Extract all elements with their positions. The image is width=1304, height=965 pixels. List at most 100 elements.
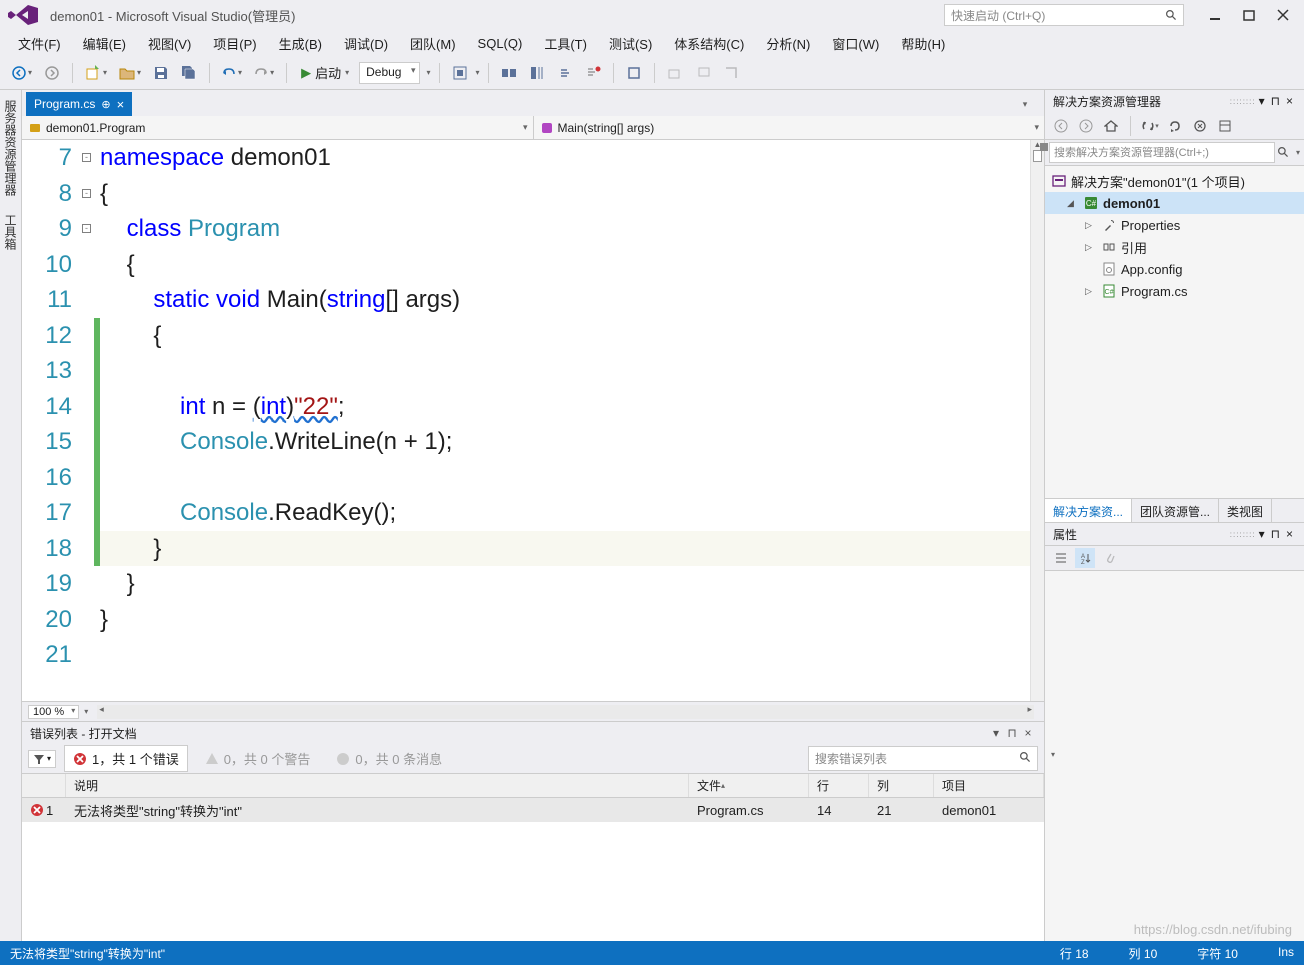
- pin-icon[interactable]: ⊕: [101, 98, 110, 111]
- code-area[interactable]: namespace demon01{ class Program { stati…: [100, 140, 1044, 701]
- solution-search[interactable]: ▾: [1045, 140, 1304, 166]
- tb-icon-4[interactable]: [553, 61, 577, 85]
- info-icon: [336, 752, 350, 766]
- vertical-scrollbar[interactable]: ▲: [1030, 140, 1044, 701]
- expand-icon[interactable]: ▷: [1085, 220, 1097, 231]
- messages-tab[interactable]: 0，共 0 条消息: [327, 745, 451, 772]
- panel-close-icon[interactable]: ×: [1286, 94, 1293, 108]
- tb-icon-2[interactable]: [497, 61, 521, 85]
- fold-gutter[interactable]: ---: [82, 140, 94, 701]
- tree-references[interactable]: ▷ 引用: [1045, 236, 1304, 258]
- menu-arch[interactable]: 体系结构(C): [664, 30, 754, 57]
- new-project-button[interactable]: ▾: [81, 61, 111, 85]
- menu-team[interactable]: 团队(M): [400, 30, 466, 57]
- solution-search-input[interactable]: [1049, 142, 1275, 163]
- tb-icon-6[interactable]: [663, 61, 687, 85]
- errors-tab[interactable]: 1，共 1 个错误: [64, 745, 188, 772]
- tree-solution-root[interactable]: 解决方案"demon01"(1 个项目): [1045, 170, 1304, 192]
- expand-icon[interactable]: ▷: [1085, 286, 1097, 297]
- solution-tree[interactable]: 解决方案"demon01"(1 个项目) ◢ C# demon01 ▷ Prop…: [1045, 166, 1304, 498]
- menu-build[interactable]: 生成(B): [269, 30, 332, 57]
- toolbar: ▾ ▾ ▾ ▾ ▾ ▶ 启动 ▾ Debug ▾ ▾: [0, 56, 1304, 90]
- code-editor[interactable]: 789101112131415161718192021 --- namespac…: [22, 140, 1044, 701]
- close-button[interactable]: [1270, 5, 1296, 25]
- grid-header[interactable]: 说明 文件 ▴ 行 列 项目: [22, 774, 1044, 798]
- tb-comment-button[interactable]: [581, 61, 605, 85]
- menu-window[interactable]: 窗口(W): [822, 30, 889, 57]
- tree-project[interactable]: ◢ C# demon01: [1045, 192, 1304, 214]
- home-button[interactable]: [1101, 116, 1121, 136]
- categorize-button[interactable]: [1051, 548, 1071, 568]
- col-column[interactable]: 列: [869, 774, 934, 797]
- start-debug-button[interactable]: ▶ 启动 ▾: [295, 61, 355, 84]
- menu-project[interactable]: 项目(P): [203, 30, 266, 57]
- tree-properties[interactable]: ▷ Properties: [1045, 214, 1304, 236]
- menu-test[interactable]: 测试(S): [599, 30, 662, 57]
- save-button[interactable]: [149, 61, 173, 85]
- expand-icon[interactable]: ▷: [1085, 242, 1097, 253]
- forward-button[interactable]: [1076, 116, 1096, 136]
- panel-dropdown-icon[interactable]: ▾: [1259, 527, 1265, 541]
- tb-icon-7[interactable]: [691, 61, 715, 85]
- error-row[interactable]: 1 无法将类型"string"转换为"int" Program.cs 14 21…: [22, 798, 1044, 822]
- property-pages-button[interactable]: [1099, 548, 1119, 568]
- panel-close-icon[interactable]: ×: [1286, 527, 1293, 541]
- back-button[interactable]: [1051, 116, 1071, 136]
- class-dropdown[interactable]: demon01.Program: [22, 116, 534, 139]
- menu-analyze[interactable]: 分析(N): [756, 30, 820, 57]
- col-project[interactable]: 项目: [934, 774, 1044, 797]
- menu-tools[interactable]: 工具(T): [534, 30, 597, 57]
- panel-dropdown-icon[interactable]: ▾: [988, 726, 1004, 740]
- menu-view[interactable]: 视图(V): [138, 30, 201, 57]
- rail-server-explorer[interactable]: 服务器资源管理器: [0, 94, 21, 202]
- horizontal-scrollbar[interactable]: [97, 705, 1034, 719]
- close-tab-icon[interactable]: ×: [117, 97, 125, 112]
- tab-overflow-button[interactable]: ▾: [1013, 92, 1037, 116]
- tree-program-cs[interactable]: ▷ C# Program.cs: [1045, 280, 1304, 302]
- col-line[interactable]: 行: [809, 774, 869, 797]
- panel-pin-icon[interactable]: ⊓: [1004, 726, 1020, 740]
- tb-icon-1[interactable]: [448, 61, 472, 85]
- col-file[interactable]: 文件 ▴: [689, 774, 809, 797]
- col-description[interactable]: 说明: [66, 774, 689, 797]
- panel-pin-icon[interactable]: ⊓: [1271, 94, 1280, 108]
- collapse-button[interactable]: [1190, 116, 1210, 136]
- nav-back-button[interactable]: ▾: [8, 61, 36, 85]
- document-tab-program[interactable]: Program.cs ⊕ ×: [26, 92, 132, 116]
- menu-help[interactable]: 帮助(H): [891, 30, 955, 57]
- menu-debug[interactable]: 调试(D): [334, 30, 398, 57]
- panel-pin-icon[interactable]: ⊓: [1271, 527, 1280, 541]
- open-file-button[interactable]: ▾: [115, 61, 145, 85]
- alphabetical-button[interactable]: AZ: [1075, 548, 1095, 568]
- undo-button[interactable]: ▾: [218, 61, 246, 85]
- panel-close-icon[interactable]: ×: [1020, 726, 1036, 740]
- warnings-tab[interactable]: 0，共 0 个警告: [196, 745, 320, 772]
- expand-icon[interactable]: ◢: [1067, 198, 1079, 209]
- redo-button[interactable]: ▾: [250, 61, 278, 85]
- zoom-dropdown[interactable]: 100 %: [28, 705, 79, 719]
- panel-dropdown-icon[interactable]: ▾: [1259, 94, 1265, 108]
- quick-launch-input[interactable]: 快速启动 (Ctrl+Q): [944, 4, 1184, 26]
- tab-solution-explorer[interactable]: 解决方案资...: [1045, 499, 1132, 522]
- properties-button[interactable]: [1215, 116, 1235, 136]
- tree-appconfig[interactable]: App.config: [1045, 258, 1304, 280]
- tab-team-explorer[interactable]: 团队资源管...: [1132, 499, 1219, 522]
- minimize-button[interactable]: [1202, 5, 1228, 25]
- config-dropdown[interactable]: Debug: [359, 62, 420, 84]
- save-all-button[interactable]: [177, 61, 201, 85]
- menu-edit[interactable]: 编辑(E): [73, 30, 136, 57]
- method-dropdown[interactable]: Main(string[] args): [534, 116, 1045, 139]
- tb-icon-5[interactable]: [622, 61, 646, 85]
- tb-icon-8[interactable]: [719, 61, 743, 85]
- menu-sql[interactable]: SQL(Q): [468, 32, 533, 55]
- filter-button[interactable]: ▾: [28, 750, 56, 768]
- sync-button[interactable]: ▾: [1140, 116, 1160, 136]
- refresh-button[interactable]: [1165, 116, 1185, 136]
- error-search-input[interactable]: 搜索错误列表 ▾: [808, 746, 1038, 771]
- nav-forward-button[interactable]: [40, 61, 64, 85]
- maximize-button[interactable]: [1236, 5, 1262, 25]
- tb-icon-3[interactable]: [525, 61, 549, 85]
- menu-file[interactable]: 文件(F): [8, 30, 71, 57]
- rail-toolbox[interactable]: 工具箱: [0, 208, 21, 256]
- tab-class-view[interactable]: 类视图: [1219, 499, 1272, 522]
